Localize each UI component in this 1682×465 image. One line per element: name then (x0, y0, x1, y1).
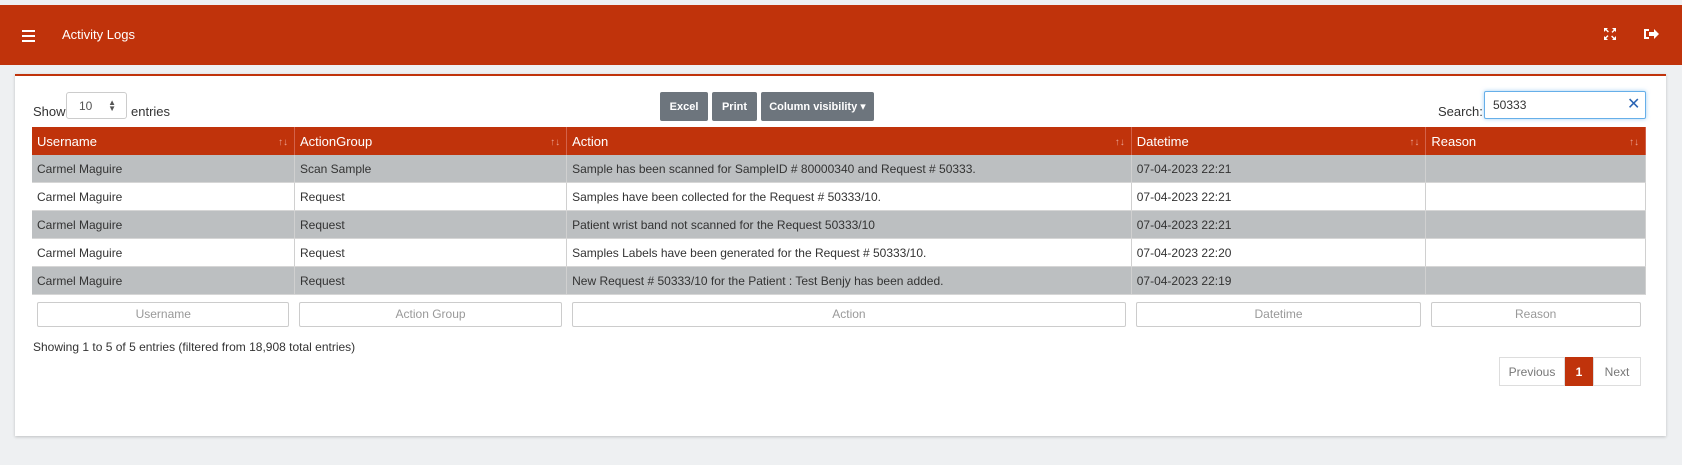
excel-button[interactable]: Excel (660, 92, 708, 121)
clear-search-icon[interactable]: ✕ (1627, 94, 1640, 114)
filter-reason-input[interactable]: Reason (1430, 301, 1641, 327)
cell-username: Carmel Maguire (32, 266, 295, 295)
cell-reason (1425, 238, 1646, 267)
hamburger-menu-icon[interactable] (22, 30, 35, 45)
table-row[interactable]: Carmel Maguire Request Patient wrist ban… (32, 210, 1646, 239)
cell-action: Samples have been collected for the Requ… (566, 182, 1132, 211)
column-header-username[interactable]: Username ↑↓ (32, 127, 295, 155)
cell-reason (1425, 210, 1646, 239)
show-label: Show (33, 104, 66, 119)
cell-action: New Request # 50333/10 for the Patient :… (566, 266, 1132, 295)
cell-datetime: 07-04-2023 22:21 (1131, 210, 1427, 239)
cell-actiongroup: Request (294, 182, 568, 211)
filter-action-input[interactable]: Action (571, 301, 1127, 327)
column-header-reason[interactable]: Reason ↑↓ (1425, 127, 1646, 155)
pagination: Previous 1 Next (1499, 357, 1641, 386)
page-title: Activity Logs (62, 27, 135, 42)
cell-action: Patient wrist band not scanned for the R… (566, 210, 1132, 239)
cell-reason (1425, 266, 1646, 295)
column-header-action[interactable]: Action ↑↓ (566, 127, 1132, 155)
entries-length-select[interactable]: 10 ▲ ▼ (66, 92, 127, 119)
search-label: Search: (1438, 104, 1483, 119)
table-row[interactable]: Carmel Maguire Request New Request # 503… (32, 266, 1646, 295)
cell-action: Sample has been scanned for SampleID # 8… (566, 155, 1132, 183)
cell-datetime: 07-04-2023 22:21 (1131, 182, 1427, 211)
column-filter-row: Username Action Group Action Datetime Re… (32, 294, 1646, 333)
sort-icon: ↑↓ (1409, 137, 1420, 148)
table-info: Showing 1 to 5 of 5 entries (filtered fr… (33, 340, 356, 354)
table-row[interactable]: Carmel Maguire Request Samples have been… (32, 182, 1646, 211)
top-navbar: Activity Logs (0, 5, 1682, 65)
sort-icon: ↑↓ (1114, 137, 1125, 148)
cell-datetime: 07-04-2023 22:20 (1131, 238, 1427, 267)
cell-username: Carmel Maguire (32, 238, 295, 267)
fullscreen-icon[interactable] (1603, 27, 1617, 41)
cell-datetime: 07-04-2023 22:19 (1131, 266, 1427, 295)
table-header-row: Username ↑↓ ActionGroup ↑↓ Action ↑↓ Dateti… (32, 127, 1646, 155)
select-arrows-icon: ▲ ▼ (108, 98, 116, 113)
column-header-datetime[interactable]: Datetime ↑↓ (1131, 127, 1427, 155)
filter-datetime-input[interactable]: Datetime (1136, 301, 1421, 327)
sort-icon: ↑↓ (1629, 137, 1639, 148)
column-header-actiongroup[interactable]: ActionGroup ↑↓ (294, 127, 568, 155)
entries-label: entries (131, 104, 171, 119)
sort-icon: ↑↓ (550, 137, 561, 148)
filter-actiongroup-input[interactable]: Action Group (299, 301, 562, 327)
entries-length-value: 10 (79, 99, 93, 113)
page-1-button[interactable]: 1 (1565, 357, 1593, 386)
cell-actiongroup: Scan Sample (294, 155, 568, 183)
previous-page-button[interactable]: Previous (1499, 357, 1565, 386)
cell-actiongroup: Request (294, 210, 568, 239)
cell-action: Samples Labels have been generated for t… (566, 238, 1132, 267)
cell-actiongroup: Request (294, 238, 568, 267)
cell-username: Carmel Maguire (32, 182, 295, 211)
cell-datetime: 07-04-2023 22:21 (1131, 155, 1427, 183)
filter-username-input[interactable]: Username (37, 301, 290, 327)
print-button[interactable]: Print (712, 92, 757, 121)
sort-icon: ↑↓ (277, 137, 288, 148)
logout-icon[interactable] (1643, 27, 1659, 41)
activity-logs-table: Username ↑↓ ActionGroup ↑↓ Action ↑↓ Dateti… (32, 127, 1646, 333)
activity-logs-card: Show 10 ▲ ▼ entries Excel Print Column vi… (15, 74, 1666, 436)
cell-reason (1425, 155, 1646, 183)
table-row[interactable]: Carmel Maguire Request Samples Labels ha… (32, 238, 1646, 267)
cell-reason (1425, 182, 1646, 211)
table-row[interactable]: Carmel Maguire Scan Sample Sample has be… (32, 155, 1646, 183)
next-page-button[interactable]: Next (1593, 357, 1641, 386)
cell-username: Carmel Maguire (32, 155, 295, 183)
cell-actiongroup: Request (294, 266, 568, 295)
cell-username: Carmel Maguire (32, 210, 295, 239)
column-visibility-button[interactable]: Column visibility ▾ (761, 92, 874, 121)
search-input[interactable]: 50333 (1484, 91, 1646, 119)
